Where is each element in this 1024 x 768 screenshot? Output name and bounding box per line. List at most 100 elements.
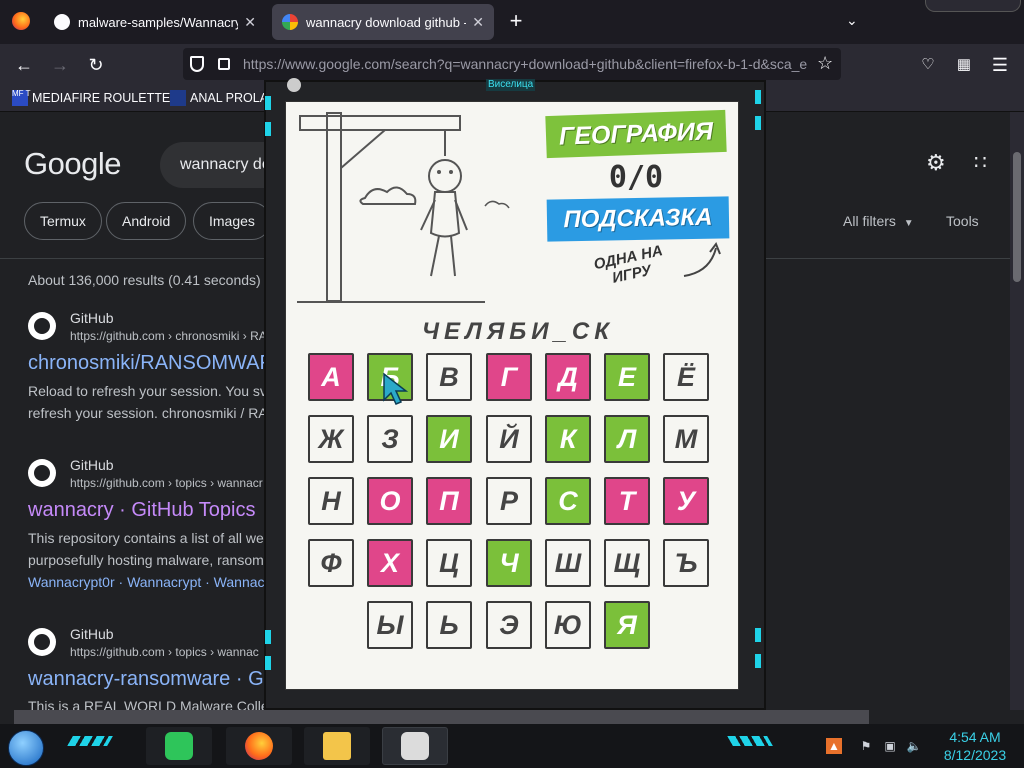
back-button[interactable]: ← <box>12 53 36 77</box>
letter-key[interactable]: Ю <box>545 601 591 649</box>
result-url[interactable]: https://github.com › topics › wannac <box>70 645 259 659</box>
gallows-beam <box>299 115 461 131</box>
result-snippet: Reload to refresh your session. You sv <box>28 383 267 399</box>
tray-input-icon[interactable]: ▲ <box>826 738 842 754</box>
taskbar-decor <box>727 736 773 746</box>
taskbar-app-notes[interactable] <box>146 727 212 765</box>
google-logo[interactable]: Google <box>24 146 121 182</box>
new-tab-button[interactable]: + <box>506 8 526 34</box>
start-button[interactable] <box>8 730 44 766</box>
bookmark-star-icon[interactable]: ☆ <box>817 53 833 74</box>
gallows-brace <box>340 129 386 169</box>
url-input[interactable]: https://www.google.com/search?q=wannacry… <box>183 48 841 80</box>
letter-key[interactable]: Ё <box>663 353 709 401</box>
letter-key[interactable]: М <box>663 415 709 463</box>
chip-android[interactable]: Android <box>106 202 187 240</box>
result-url[interactable]: https://github.com › chronosmiki › RA <box>70 329 267 343</box>
google-icon <box>282 14 298 30</box>
lock-icon[interactable] <box>218 58 230 70</box>
letter-key[interactable]: Г <box>486 353 532 401</box>
letter-key[interactable]: Х <box>367 539 413 587</box>
letter-key[interactable]: В <box>426 353 472 401</box>
result-title-link[interactable]: chronosmiki/RANSOMWAF <box>28 352 272 375</box>
tools-button[interactable]: Tools <box>946 213 979 229</box>
letter-key[interactable]: Й <box>486 415 532 463</box>
letter-key[interactable]: П <box>426 477 472 525</box>
letter-key[interactable]: Я <box>604 601 650 649</box>
letter-key[interactable]: С <box>545 477 591 525</box>
letter-key[interactable]: Э <box>486 601 532 649</box>
taskbar-app-firefox[interactable] <box>226 727 292 765</box>
frame-light <box>265 656 271 670</box>
letter-key[interactable]: Щ <box>604 539 650 587</box>
result-sitelinks[interactable]: Wannacrypt0r · Wannacrypt · Wannac <box>28 574 265 590</box>
clock-time: 4:54 AM <box>949 729 1001 745</box>
reload-button[interactable]: ↻ <box>84 53 108 77</box>
letter-key[interactable]: Р <box>486 477 532 525</box>
bookmark-mediafire[interactable]: MF T MEDIAFIRE ROULETTER <box>12 90 179 106</box>
gallows-illustration <box>297 112 510 303</box>
letter-key[interactable]: Л <box>604 415 650 463</box>
hint-button[interactable]: ПОДСКАЗКА <box>546 196 730 242</box>
hanged-man-body <box>429 191 461 238</box>
window-title: Виселица <box>486 79 536 91</box>
taskbar-app-explorer[interactable] <box>304 727 370 765</box>
letter-key[interactable]: З <box>367 415 413 463</box>
vertical-scrollbar[interactable] <box>1010 112 1024 710</box>
letter-key[interactable]: К <box>545 415 591 463</box>
tab-label: malware-samples/Wannacry at <box>78 14 239 30</box>
tab-google-search[interactable]: wannacry download github - G ✕ <box>272 4 494 40</box>
letter-key[interactable]: О <box>367 477 413 525</box>
letter-key[interactable]: Д <box>545 353 591 401</box>
close-tab-icon[interactable]: ✕ <box>244 14 256 31</box>
tray-network-icon[interactable]: ▣ <box>882 738 898 754</box>
result-site: GitHub <box>70 310 114 326</box>
result-snippet: This repository contains a list of all w… <box>28 530 264 546</box>
letter-key[interactable]: А <box>308 353 354 401</box>
system-clock[interactable]: 4:54 AM 8/12/2023 <box>930 728 1020 764</box>
tray-security-icon[interactable]: ⚑ <box>858 738 874 754</box>
chip-termux[interactable]: Termux <box>24 202 102 240</box>
letter-key[interactable]: Е <box>604 353 650 401</box>
taskbar-decor <box>67 736 113 746</box>
tray-volume-icon[interactable]: 🔈 <box>906 738 922 754</box>
letter-key[interactable]: Ы <box>367 601 413 649</box>
letter-key[interactable]: Н <box>308 477 354 525</box>
letter-key[interactable]: Ф <box>308 539 354 587</box>
result-title-link[interactable]: wannacry-ransomware · G <box>28 668 264 691</box>
letter-key[interactable]: Ъ <box>663 539 709 587</box>
firefox-icon[interactable] <box>12 12 30 30</box>
chip-images[interactable]: Images <box>193 202 271 240</box>
letter-key[interactable]: И <box>426 415 472 463</box>
letter-key[interactable]: Ш <box>545 539 591 587</box>
settings-gear-icon[interactable]: ⚙ <box>926 150 946 176</box>
letter-key[interactable]: Ж <box>308 415 354 463</box>
tab-malware-samples[interactable]: malware-samples/Wannacry at ✕ <box>44 4 266 40</box>
close-tab-icon[interactable]: ✕ <box>472 14 484 31</box>
shield-icon[interactable] <box>190 56 204 72</box>
folder-icon <box>323 732 351 760</box>
all-filters-button[interactable]: All filters ▼ <box>843 213 914 229</box>
forward-button[interactable]: → <box>48 53 72 77</box>
letter-key[interactable]: Ь <box>426 601 472 649</box>
letter-key[interactable]: Т <box>604 477 650 525</box>
result-title-link[interactable]: wannacry · GitHub Topics <box>28 499 256 522</box>
taskbar-app-hangman[interactable] <box>382 727 448 765</box>
scrollbar-thumb[interactable] <box>1013 152 1021 282</box>
frame-light <box>755 90 761 104</box>
apps-grid-icon[interactable]: ∷ <box>974 150 987 175</box>
bookmark-second[interactable]: ANAL PROLAP <box>170 90 276 106</box>
horizontal-scrollbar[interactable] <box>14 710 869 724</box>
pocket-icon[interactable]: ♡ <box>916 53 940 77</box>
list-tabs-chevron-icon[interactable]: ⌄ <box>846 12 858 29</box>
result-url[interactable]: https://github.com › topics › wannacr <box>70 476 263 490</box>
menu-icon[interactable]: ☰ <box>988 53 1012 77</box>
letter-key[interactable]: У <box>663 477 709 525</box>
letter-key[interactable]: Ч <box>486 539 532 587</box>
extensions-icon[interactable]: ▦ <box>952 53 976 77</box>
mediafire-icon: MF T <box>12 90 31 106</box>
frame-light <box>265 96 271 110</box>
result-stats: About 136,000 results (0.41 seconds) <box>28 272 261 288</box>
firefox-icon <box>245 732 273 760</box>
letter-key[interactable]: Ц <box>426 539 472 587</box>
